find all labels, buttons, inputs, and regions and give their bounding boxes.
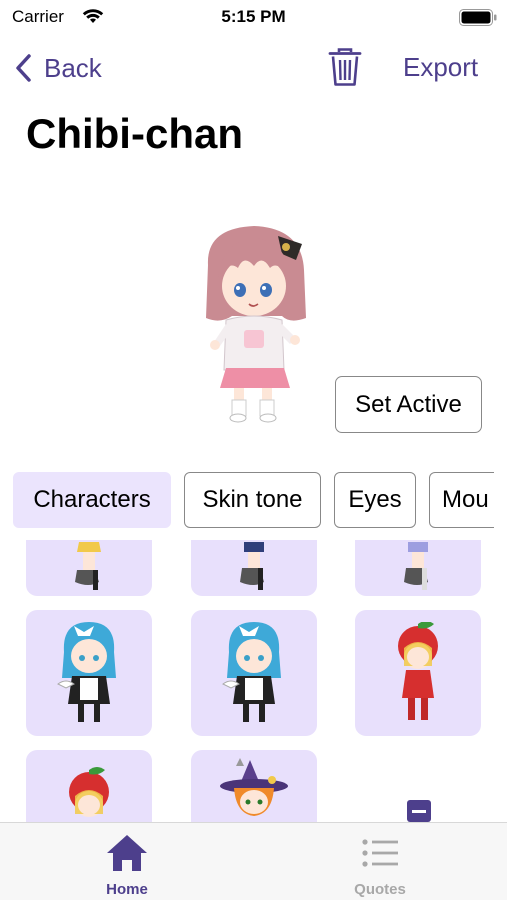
status-bar: Carrier 5:15 PM bbox=[0, 0, 507, 34]
character-preview bbox=[200, 220, 312, 425]
tab-bar: Home Quotes bbox=[0, 822, 507, 900]
tab-eyes[interactable]: Eyes bbox=[334, 472, 416, 528]
character-tile[interactable] bbox=[26, 610, 152, 736]
tab-home[interactable]: Home bbox=[47, 823, 207, 900]
clock: 5:15 PM bbox=[221, 7, 286, 26]
list-icon bbox=[362, 839, 398, 867]
home-icon bbox=[107, 835, 147, 871]
battery-icon bbox=[459, 9, 497, 26]
chevron-left-icon bbox=[16, 54, 31, 82]
character-tile[interactable] bbox=[191, 540, 317, 596]
trash-icon[interactable] bbox=[328, 47, 362, 92]
set-active-button[interactable]: Set Active bbox=[335, 376, 482, 433]
tab-home-label: Home bbox=[106, 881, 148, 898]
character-tile[interactable] bbox=[26, 540, 152, 596]
tab-skin-tone[interactable]: Skin tone bbox=[184, 472, 321, 528]
character-tile[interactable] bbox=[191, 750, 317, 822]
character-tile[interactable] bbox=[26, 750, 152, 822]
category-tabs: Characters Skin tone Eyes Mou bbox=[13, 471, 494, 529]
back-label: Back bbox=[44, 52, 102, 83]
back-button[interactable]: Back bbox=[14, 50, 102, 86]
scroll-indicator[interactable] bbox=[407, 800, 431, 822]
export-button[interactable]: Export bbox=[403, 52, 478, 83]
page-title: Chibi-chan bbox=[26, 110, 243, 157]
tab-quotes[interactable]: Quotes bbox=[300, 823, 460, 900]
character-tile[interactable] bbox=[355, 540, 481, 596]
character-tile[interactable] bbox=[355, 610, 481, 736]
tab-mouth[interactable]: Mou bbox=[429, 472, 494, 528]
character-grid bbox=[0, 540, 507, 822]
tab-characters[interactable]: Characters bbox=[13, 472, 171, 528]
tab-quotes-label: Quotes bbox=[354, 881, 406, 898]
character-tile[interactable] bbox=[191, 610, 317, 736]
